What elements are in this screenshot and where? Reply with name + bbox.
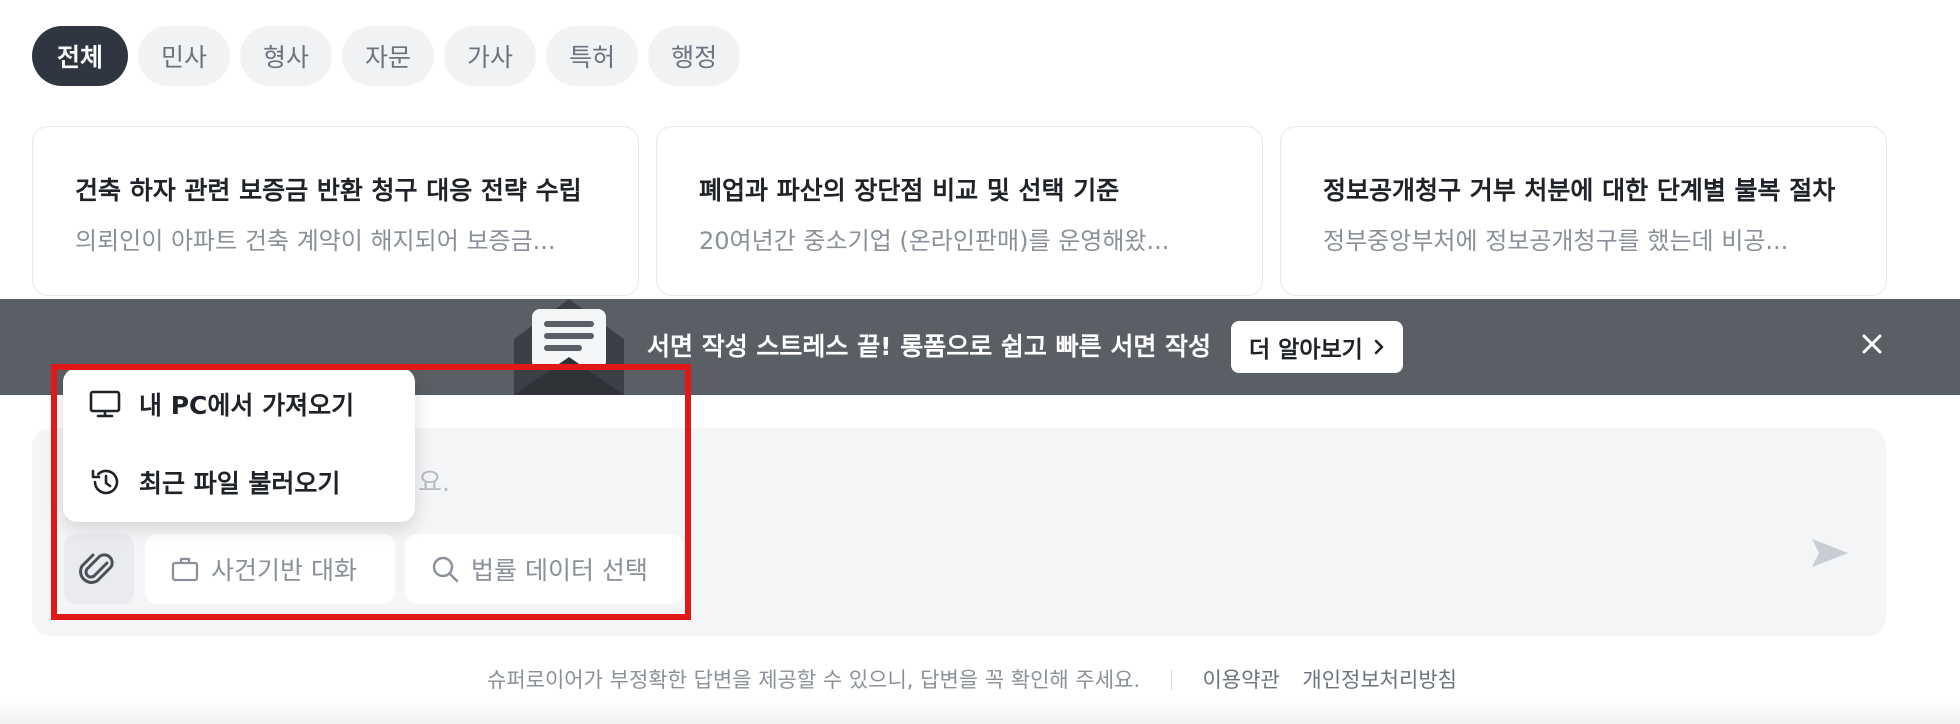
privacy-policy-link[interactable]: 개인정보처리방침 — [1302, 668, 1457, 692]
tab-criminal[interactable]: 형사 — [240, 26, 333, 86]
terms-link[interactable]: 이용약관 — [1202, 668, 1279, 692]
learn-more-label: 더 알아보기 — [1249, 337, 1363, 363]
close-icon[interactable] — [1858, 330, 1886, 358]
suggestion-card-title: 폐업과 파산의 장단점 비교 및 선택 기준 — [699, 176, 1120, 205]
suggestion-card-title: 건축 하자 관련 보증금 반환 청구 대응 전략 수립 — [75, 176, 582, 205]
suggestion-card-preview: 의뢰인이 아파트 건축 계약이 해지되어 보증금... — [75, 227, 556, 255]
chat-input-placeholder[interactable]: 요. — [418, 462, 450, 499]
banner-text: 서면 작성 스트레스 끝! 롱폼으로 쉽고 빠른 서면 작성 — [647, 332, 1212, 361]
case-chat-button[interactable]: 사건기반 대화 — [145, 534, 395, 604]
document-envelope-icon — [514, 299, 624, 395]
tab-patent[interactable]: 특허 — [546, 26, 639, 86]
category-tabs: 전체 민사 형사 자문 가사 특허 행정 — [32, 26, 741, 86]
monitor-icon — [89, 390, 121, 418]
tab-all[interactable]: 전체 — [32, 26, 128, 86]
tab-administrative[interactable]: 행정 — [648, 26, 741, 86]
case-chat-label: 사건기반 대화 — [211, 556, 357, 585]
disclaimer-text: 슈퍼로이어가 부정확한 답변을 제공할 수 있으니, 답변을 꼭 확인해 주세요… — [487, 668, 1141, 692]
menu-item-label: 내 PC에서 가져오기 — [139, 391, 355, 420]
menu-item-recent-files[interactable]: 최근 파일 불러오기 — [89, 464, 340, 500]
history-icon — [91, 469, 119, 495]
attach-menu: 내 PC에서 가져오기 최근 파일 불러오기 — [63, 368, 415, 522]
suggestion-card[interactable]: 건축 하자 관련 보증금 반환 청구 대응 전략 수립 의뢰인이 아파트 건축 … — [32, 126, 639, 296]
search-icon — [432, 556, 459, 583]
suggestion-card[interactable]: 폐업과 파산의 장단점 비교 및 선택 기준 20여년간 중소기업 (온라인판매… — [656, 126, 1263, 296]
paperclip-icon — [79, 553, 114, 584]
footer-divider — [1170, 670, 1172, 690]
send-icon[interactable] — [1810, 535, 1850, 571]
tab-family[interactable]: 가사 — [444, 26, 537, 86]
suggestion-card-preview: 정부중앙부처에 정보공개청구를 했는데 비공... — [1323, 227, 1789, 255]
attach-button[interactable] — [64, 534, 134, 604]
legal-data-select-button[interactable]: 법률 데이터 선택 — [405, 534, 683, 604]
legal-data-select-label: 법률 데이터 선택 — [471, 556, 648, 585]
tab-advisory[interactable]: 자문 — [342, 26, 435, 86]
bottom-fade — [0, 700, 1960, 724]
suggestion-card-title: 정보공개청구 거부 처분에 대한 단계별 불복 절차 — [1323, 176, 1836, 205]
footer: 슈퍼로이어가 부정확한 답변을 제공할 수 있으니, 답변을 꼭 확인해 주세요… — [0, 664, 1960, 694]
briefcase-icon — [171, 557, 199, 582]
learn-more-button[interactable]: 더 알아보기 — [1231, 321, 1403, 373]
chevron-right-icon — [1374, 339, 1384, 355]
suggestion-card[interactable]: 정보공개청구 거부 처분에 대한 단계별 불복 절차 정부중앙부처에 정보공개청… — [1280, 126, 1887, 296]
suggestion-card-preview: 20여년간 중소기업 (온라인판매)를 운영해왔... — [699, 227, 1170, 255]
menu-item-label: 최근 파일 불러오기 — [139, 469, 341, 498]
menu-item-import-from-pc[interactable]: 내 PC에서 가져오기 — [89, 386, 354, 422]
tab-civil[interactable]: 민사 — [138, 26, 231, 86]
